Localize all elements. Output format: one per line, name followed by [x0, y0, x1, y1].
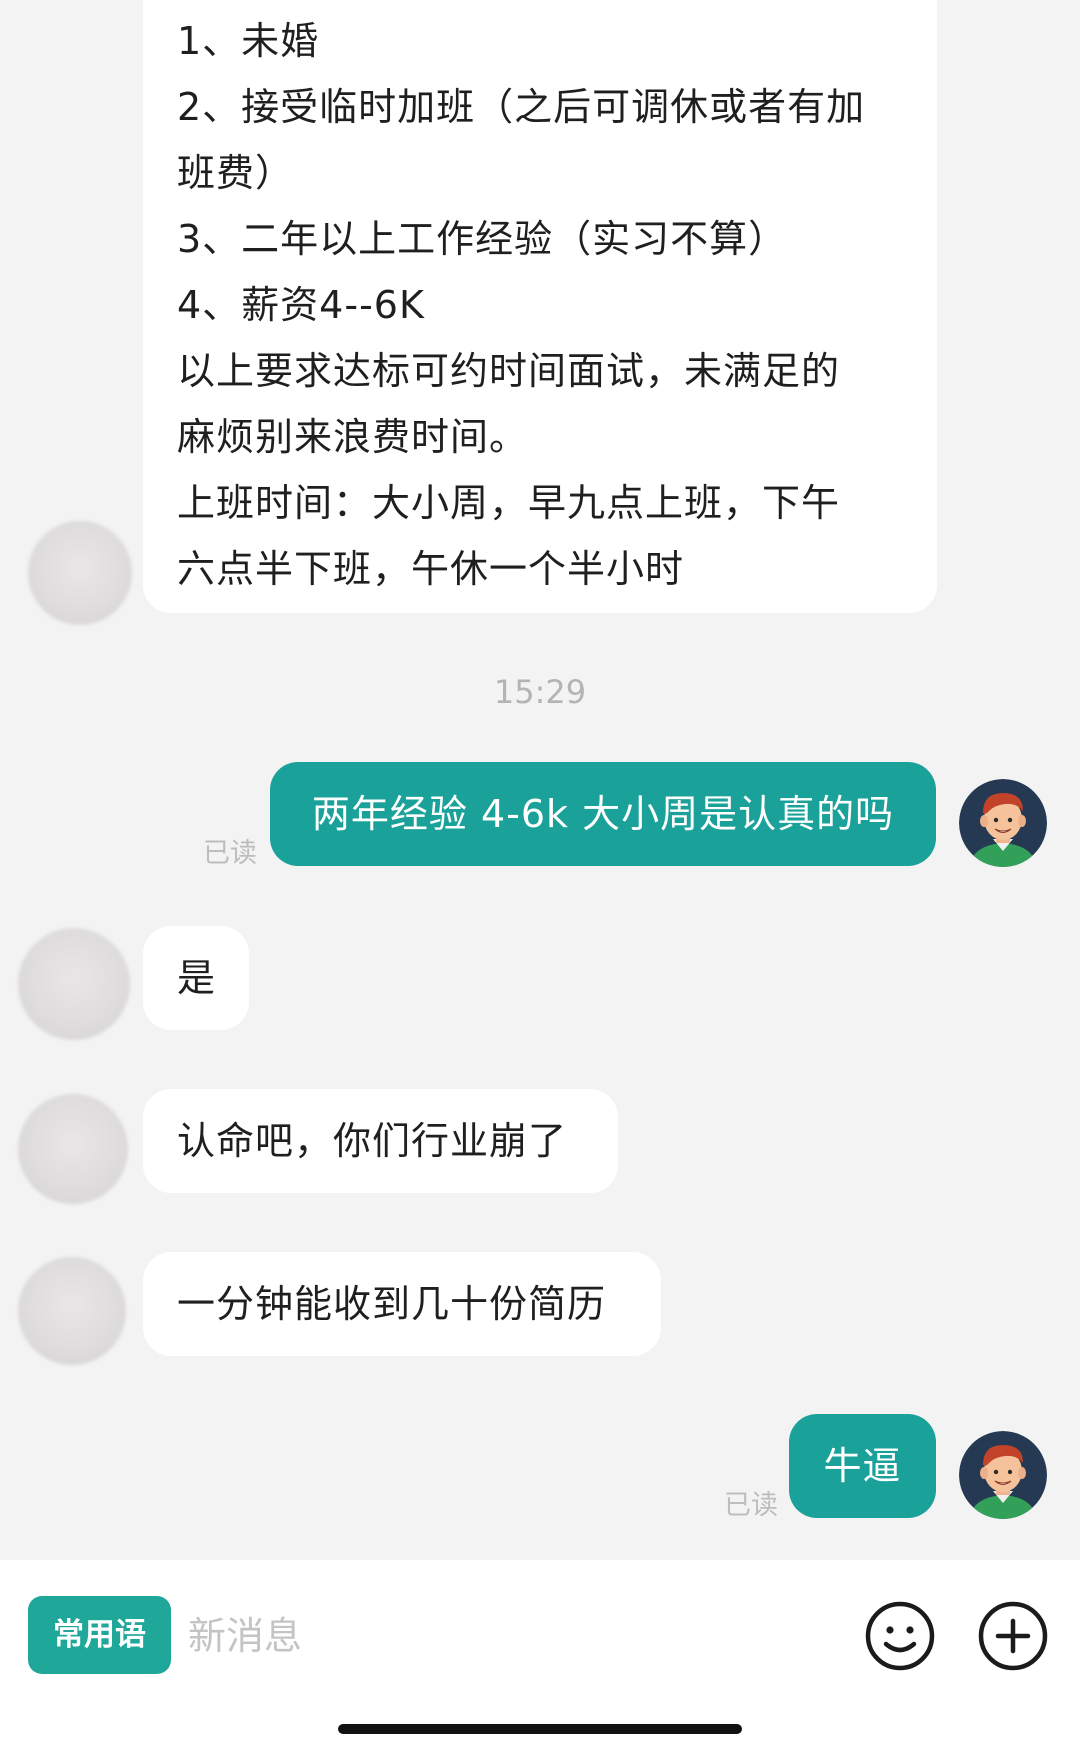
- outgoing-message-bubble[interactable]: 牛逼: [789, 1414, 936, 1518]
- message-line: 4、薪资4--6K: [177, 283, 425, 327]
- message-line: 2、接受临时加班（之后可调休或者有加: [177, 85, 866, 129]
- incoming-message-bubble[interactable]: 1、未婚 2、接受临时加班（之后可调休或者有加 班费） 3、二年以上工作经验（实…: [143, 0, 937, 613]
- outgoing-message-bubble[interactable]: 两年经验 4-6k 大小周是认真的吗: [270, 762, 936, 866]
- message-line: 六点半下班，午休一个半小时: [177, 547, 685, 591]
- chat-message-list[interactable]: 1、未婚 2、接受临时加班（之后可调休或者有加 班费） 3、二年以上工作经验（实…: [0, 0, 1080, 1560]
- my-avatar[interactable]: [959, 1431, 1047, 1519]
- read-receipt: 已读: [724, 1490, 778, 1521]
- my-avatar[interactable]: [959, 779, 1047, 867]
- incoming-message-bubble[interactable]: 一分钟能收到几十份简历: [143, 1252, 661, 1356]
- message-line: 1、未婚: [177, 19, 320, 63]
- message-text: 两年经验 4-6k 大小周是认真的吗: [311, 792, 895, 836]
- contact-avatar[interactable]: [18, 928, 130, 1040]
- message-input[interactable]: [186, 1596, 830, 1676]
- message-line: 班费）: [177, 151, 295, 195]
- read-receipt: 已读: [203, 838, 257, 869]
- emoji-button[interactable]: [864, 1600, 936, 1672]
- message-line: 上班时间：大小周，早九点上班，下午: [177, 481, 841, 525]
- message-text: 牛逼: [823, 1444, 902, 1488]
- contact-avatar[interactable]: [28, 521, 132, 625]
- contact-avatar[interactable]: [18, 1094, 128, 1204]
- message-input-bar: 常用语: [0, 1560, 1080, 1748]
- add-attachment-button[interactable]: [977, 1600, 1049, 1672]
- message-text: 是: [177, 956, 217, 1000]
- plus-circle-icon: [978, 1601, 1048, 1671]
- user-avatar-icon: [959, 1431, 1047, 1519]
- contact-avatar[interactable]: [18, 1257, 126, 1365]
- message-text: 一分钟能收到几十份简历: [177, 1282, 607, 1326]
- message-timestamp: 15:29: [493, 673, 587, 711]
- home-indicator[interactable]: [338, 1724, 742, 1734]
- user-avatar-icon: [959, 779, 1047, 867]
- message-line: 以上要求达标可约时间面试，未满足的: [177, 349, 841, 393]
- message-line: 3、二年以上工作经验（实习不算）: [177, 217, 788, 261]
- incoming-message-bubble[interactable]: 是: [143, 926, 249, 1030]
- smiley-face-icon: [865, 1601, 935, 1671]
- message-text: 认命吧，你们行业崩了: [177, 1119, 568, 1163]
- quick-phrases-button[interactable]: 常用语: [28, 1596, 171, 1674]
- message-line: 麻烦别来浪费时间。: [177, 415, 529, 459]
- incoming-message-bubble[interactable]: 认命吧，你们行业崩了: [143, 1089, 618, 1193]
